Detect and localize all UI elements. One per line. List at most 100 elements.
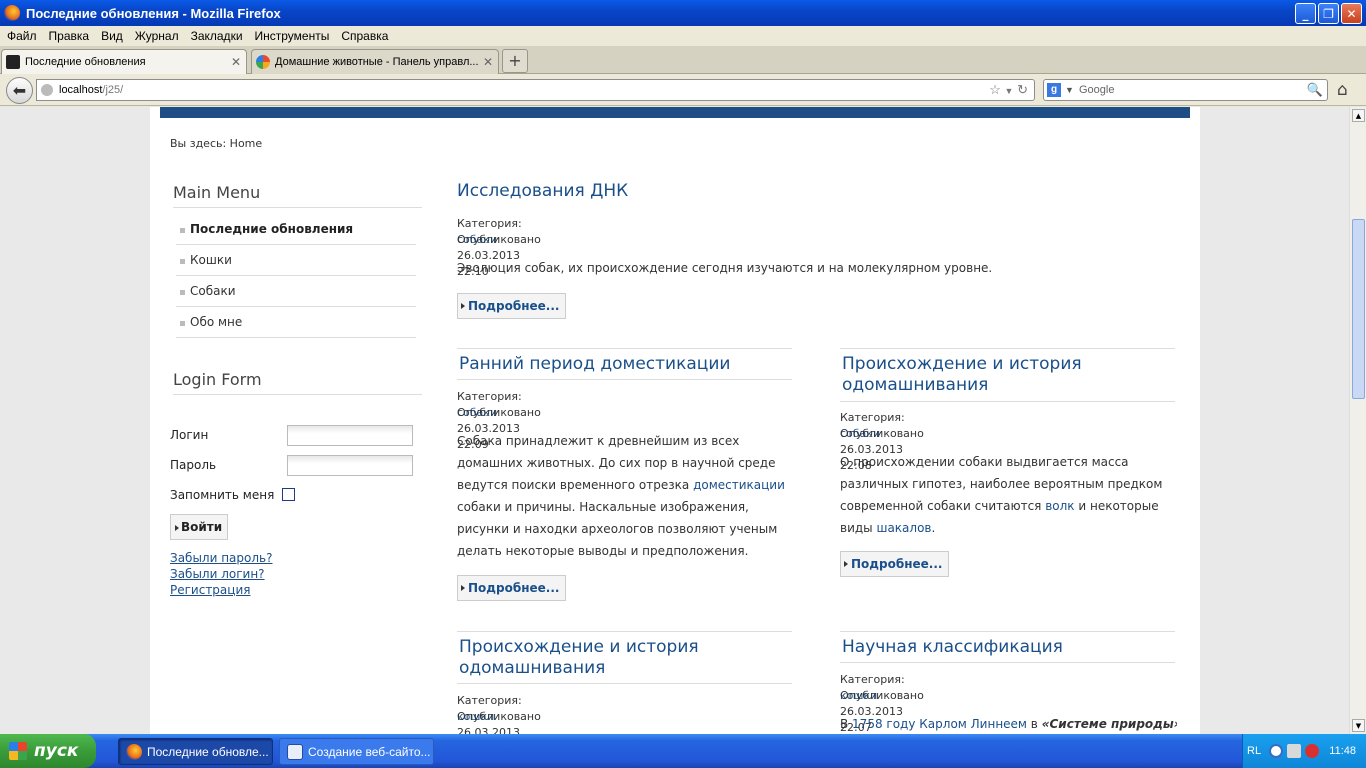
divider: [457, 631, 792, 632]
vertical-scrollbar[interactable]: ▲ ▼: [1349, 107, 1366, 734]
task-label: Последние обновле...: [147, 745, 269, 759]
search-placeholder: Google: [1079, 84, 1115, 96]
article-title[interactable]: Ранний период доместикации: [459, 354, 789, 375]
firefox-icon: [126, 744, 142, 760]
username-field[interactable]: [287, 425, 413, 446]
divider: [457, 379, 792, 380]
username-label: Логин: [170, 428, 209, 442]
menu-view[interactable]: Вид: [101, 29, 123, 43]
window-title: Последние обновления - Mozilla Firefox: [26, 5, 281, 21]
tab-latest-updates[interactable]: Последние обновления ✕: [1, 49, 247, 74]
register-link[interactable]: Регистрация: [170, 583, 250, 597]
menu-edit[interactable]: Правка: [49, 29, 90, 43]
close-tab-icon[interactable]: ✕: [483, 55, 493, 69]
antivirus-icon[interactable]: [1305, 744, 1319, 758]
home-icon[interactable]: ⌂: [1337, 80, 1348, 100]
divider: [457, 683, 792, 684]
url-path: /j25/: [102, 84, 124, 96]
scroll-up-icon[interactable]: ▲: [1352, 109, 1365, 122]
close-window-button[interactable]: ✕: [1341, 3, 1362, 24]
read-more-button[interactable]: Подробнее...: [457, 575, 567, 601]
start-button[interactable]: пуск: [0, 734, 96, 768]
scrollbar-thumb[interactable]: [1352, 219, 1365, 399]
jackals-link[interactable]: шакалов: [876, 521, 931, 535]
menu-item-dogs[interactable]: Собаки: [176, 276, 416, 307]
new-tab-button[interactable]: +: [502, 49, 528, 73]
scroll-down-icon[interactable]: ▼: [1352, 719, 1365, 732]
domestication-link[interactable]: доместикации: [693, 478, 785, 492]
login-form-title: Login Form: [173, 370, 262, 389]
article-title[interactable]: Происхождение и история одомашнивания: [459, 637, 789, 679]
system-tray: RL 11:48: [1242, 734, 1366, 768]
year-link[interactable]: 1758 году: [852, 717, 915, 731]
taskbar-item-word[interactable]: Создание веб-сайто...: [279, 738, 434, 765]
menu-bar: Файл Правка Вид Журнал Закладки Инструме…: [0, 26, 1366, 46]
password-field[interactable]: [287, 455, 413, 476]
menu-item-cats[interactable]: Кошки: [176, 245, 416, 276]
menu-item-latest-updates[interactable]: Последние обновления: [176, 214, 416, 245]
language-indicator[interactable]: RL: [1247, 734, 1261, 768]
main-menu-title: Main Menu: [173, 183, 261, 202]
divider: [840, 631, 1175, 632]
article-published: Опубликовано 26.03.2013 22:08: [457, 710, 541, 734]
menu-tools[interactable]: Инструменты: [255, 29, 330, 43]
menu-bookmarks[interactable]: Закладки: [191, 29, 243, 43]
volume-icon[interactable]: [1287, 744, 1301, 758]
article-title[interactable]: Происхождение и история одомашнивания: [842, 354, 1172, 396]
forgot-username-link[interactable]: Забыли логин?: [170, 567, 265, 581]
remember-me-checkbox[interactable]: [282, 488, 295, 501]
page-viewport: Вы здесь: Home Main Menu Последние обнов…: [0, 107, 1349, 734]
menu-help[interactable]: Справка: [341, 29, 388, 43]
divider: [840, 401, 1175, 402]
linnaeus-link[interactable]: Карлом Линнеем: [919, 717, 1027, 731]
tab-label: Последние обновления: [25, 56, 146, 68]
url-bar[interactable]: localhost/j25/ ☆ ▼ ↻: [36, 79, 1035, 101]
task-label: Создание веб-сайто...: [308, 745, 431, 759]
tab-bar: Последние обновления ✕ Домашние животные…: [0, 46, 1366, 74]
article-title[interactable]: Исследования ДНК: [457, 181, 628, 202]
page-container: Вы здесь: Home Main Menu Последние обнов…: [150, 107, 1200, 734]
minimize-button[interactable]: _: [1295, 3, 1316, 24]
divider: [840, 662, 1175, 663]
window-controls: _ ❐ ✕: [1295, 3, 1362, 24]
breadcrumb: Вы здесь: Home: [170, 137, 263, 150]
taskbar: пуск Последние обновле... Создание веб-с…: [0, 734, 1366, 768]
article-intro: Эволюция собак, их происхождение сегодня…: [457, 261, 993, 275]
search-bar[interactable]: g ▼ Google 🔍: [1043, 79, 1328, 101]
divider: [457, 348, 792, 349]
dropdown-icon[interactable]: ▼: [1005, 86, 1014, 96]
article-title[interactable]: Научная классификация: [842, 637, 1172, 658]
google-engine-icon[interactable]: g: [1047, 83, 1061, 97]
divider: [840, 348, 1175, 349]
restore-button[interactable]: ❐: [1318, 3, 1339, 24]
menu-file[interactable]: Файл: [7, 29, 37, 43]
header-band: [160, 107, 1190, 118]
read-more-button[interactable]: Подробнее...: [457, 293, 567, 319]
navigation-toolbar: ⬅ localhost/j25/ ☆ ▼ ↻ g ▼ Google 🔍 ⌂: [0, 74, 1366, 106]
tab-label: Домашние животные - Панель управл...: [275, 56, 479, 68]
bookmark-star-icon[interactable]: ☆: [989, 82, 1001, 97]
network-icon[interactable]: [1269, 744, 1283, 758]
joomla-favicon-icon: [6, 55, 20, 69]
article-intro: Собака принадлежит к древнейшим из всех …: [457, 434, 785, 558]
back-button[interactable]: ⬅: [6, 77, 33, 104]
article-intro: В 1758 году Карлом Линнеем в «Системе пр…: [840, 717, 1177, 731]
reload-icon[interactable]: ↻: [1017, 82, 1028, 97]
article-intro: О происхождении собаки выдвигается масса…: [840, 455, 1163, 535]
wolf-link[interactable]: волк: [1045, 499, 1074, 513]
menu-history[interactable]: Журнал: [135, 29, 179, 43]
tab-control-panel[interactable]: Домашние животные - Панель управл... ✕: [251, 49, 499, 74]
menu-item-about[interactable]: Обо мне: [176, 307, 416, 338]
taskbar-item-firefox[interactable]: Последние обновле...: [118, 738, 273, 765]
divider: [173, 207, 422, 208]
login-button[interactable]: Войти: [170, 514, 228, 540]
search-icon[interactable]: 🔍: [1307, 80, 1323, 100]
url-host: localhost: [59, 84, 103, 96]
windows-logo-icon: [9, 742, 27, 760]
close-tab-icon[interactable]: ✕: [231, 55, 241, 69]
engine-dropdown-icon[interactable]: ▼: [1065, 80, 1074, 100]
window-title-bar[interactable]: Последние обновления - Mozilla Firefox _…: [0, 0, 1366, 26]
back-arrow-icon: ⬅: [12, 81, 27, 100]
read-more-button[interactable]: Подробнее...: [840, 551, 950, 577]
forgot-password-link[interactable]: Забыли пароль?: [170, 551, 272, 565]
